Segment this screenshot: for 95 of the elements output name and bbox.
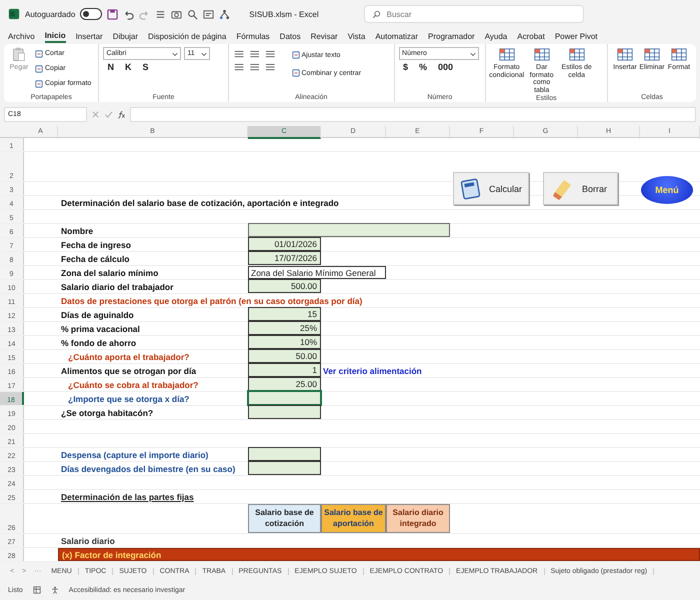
caret-icon: [470, 50, 476, 56]
accessibility-icon: [50, 586, 59, 594]
label-text: Fecha de cálculo: [60, 252, 130, 265]
input-cell[interactable]: 15: [248, 307, 321, 321]
ribbon-tab[interactable]: Ayuda: [484, 30, 508, 42]
caret-icon: [172, 50, 178, 56]
search-field[interactable]: Buscar: [364, 5, 584, 23]
tool-icon: [35, 64, 43, 72]
save-icon[interactable]: [107, 8, 118, 20]
table-icon: [644, 47, 660, 62]
caret-icon: [201, 50, 208, 56]
hyperlink[interactable]: Ver criterio alimentación: [321, 364, 700, 377]
column-header-cell: Salario base de cotización: [248, 504, 321, 533]
check-icon[interactable]: [104, 110, 113, 118]
input-cell[interactable]: 10%: [248, 335, 321, 349]
ribbon-tab[interactable]: Insertar: [76, 30, 103, 42]
banner-cell: (x) Factor de integración: [58, 548, 700, 561]
label-text: Datos de prestaciones que otorga el patrón (en su caso otorgadas por día): [60, 294, 364, 307]
input-cell[interactable]: 17/07/2026: [248, 251, 321, 265]
menu-icon[interactable]: [155, 8, 166, 20]
toolbar-button[interactable]: K: [120, 62, 136, 72]
tool-icon: [292, 51, 300, 59]
label-text: Nombre: [60, 224, 94, 237]
undo-icon[interactable]: [123, 8, 134, 20]
input-cell[interactable]: [248, 405, 321, 419]
label-text: Salario diario: [60, 534, 116, 547]
toolbar-button[interactable]: N: [103, 62, 118, 72]
camera-icon[interactable]: [171, 8, 182, 20]
label-text: ¿Importe que se otorga x día?: [67, 392, 190, 405]
tool-icon: [292, 69, 300, 77]
toolbar-button[interactable]: 000: [434, 62, 458, 72]
excel-logo-icon: [8, 8, 20, 20]
input-cell[interactable]: 500.00: [248, 279, 321, 293]
ribbon-tab[interactable]: Dibujar: [112, 30, 138, 42]
ribbon-tab[interactable]: Revisar: [310, 30, 338, 42]
file-title: SISUB.xlsm - Excel: [249, 10, 319, 18]
ribbon-tab[interactable]: Acrobat: [517, 30, 545, 42]
ribbon-tab[interactable]: Archivo: [8, 30, 35, 42]
ribbon-tab[interactable]: Programador: [428, 30, 475, 42]
table-icon: [617, 47, 633, 62]
input-cell[interactable]: 1: [248, 363, 321, 377]
label-text: Zona del salario mínimo: [60, 266, 160, 279]
autosave-toggle[interactable]: [80, 8, 102, 20]
clipboard-icon: [11, 47, 27, 62]
toolbar-button[interactable]: S: [138, 62, 152, 72]
label-text: Días de aguinaldo: [60, 308, 135, 321]
table-icon: [498, 47, 515, 62]
input-cell[interactable]: 25%: [248, 321, 321, 335]
calcular-button[interactable]: Calcular: [453, 172, 529, 205]
ribbon-tab[interactable]: Disposición de página: [148, 30, 226, 42]
value-cell: Zona del Salario Mínimo General: [248, 266, 386, 279]
label-text: Despensa (capture el importe diario): [60, 448, 210, 461]
autosave-label: Autoguardado: [25, 10, 76, 18]
toolbar-button[interactable]: $: [399, 62, 412, 72]
input-cell[interactable]: [248, 223, 450, 237]
input-cell[interactable]: 25.00: [248, 377, 321, 391]
ribbon-tab[interactable]: Datos: [280, 30, 301, 42]
label-text: ¿Cuánto se cobra al trabajador?: [67, 378, 200, 391]
column-header-cell: Salario diario integrado: [386, 504, 450, 533]
calculator-icon: [460, 176, 481, 200]
label-text: Salario diario del trabajador: [60, 280, 174, 293]
ribbon-tab[interactable]: Fórmulas: [236, 30, 270, 42]
borrar-button[interactable]: Borrar: [543, 172, 618, 205]
network-icon[interactable]: [219, 8, 230, 20]
label-text: Días devengados del bimestre (en su caso): [60, 462, 236, 475]
form-icon[interactable]: [203, 8, 214, 20]
label-text: Determinación de las partes fijas: [60, 490, 195, 503]
zoom-icon[interactable]: [187, 8, 198, 20]
formula-input[interactable]: [130, 106, 696, 122]
ribbon-tab[interactable]: Vista: [348, 30, 366, 42]
input-cell[interactable]: 01/01/2026: [248, 237, 321, 251]
input-cell[interactable]: [248, 461, 321, 475]
cell-mode-icon: [32, 586, 41, 594]
label-text: ¿Cuánto aporta el trabajador?: [67, 350, 190, 363]
input-cell[interactable]: [248, 447, 321, 461]
input-cell[interactable]: [248, 391, 321, 405]
label-text: Fecha de ingreso: [60, 238, 132, 251]
label-text: Alimentos que se otrogan por día: [60, 364, 198, 377]
ribbon-tab[interactable]: Automatizar: [375, 30, 418, 42]
ribbon-tab[interactable]: Power Pivot: [554, 30, 598, 42]
toolbar-button[interactable]: %: [415, 62, 432, 72]
table-icon: [568, 47, 585, 62]
function-icon[interactable]: [117, 110, 126, 118]
search-icon: [372, 10, 381, 19]
column-header-cell: Salario base de aportación: [321, 504, 386, 533]
tool-icon: [35, 50, 43, 58]
label-text: % fondo de ahorro: [60, 336, 138, 349]
label-text: Determinación del salario base de cotización, aportación e integrado: [60, 196, 340, 209]
label-text: ¿Se otorga habitacón?: [60, 406, 154, 419]
table-icon: [671, 47, 687, 62]
input-cell[interactable]: 50.00: [248, 349, 321, 363]
menu-button[interactable]: Menú: [641, 176, 693, 204]
table-icon: [534, 47, 550, 62]
tool-icon: [35, 80, 43, 88]
label-text: % prima vacacional: [60, 322, 141, 335]
